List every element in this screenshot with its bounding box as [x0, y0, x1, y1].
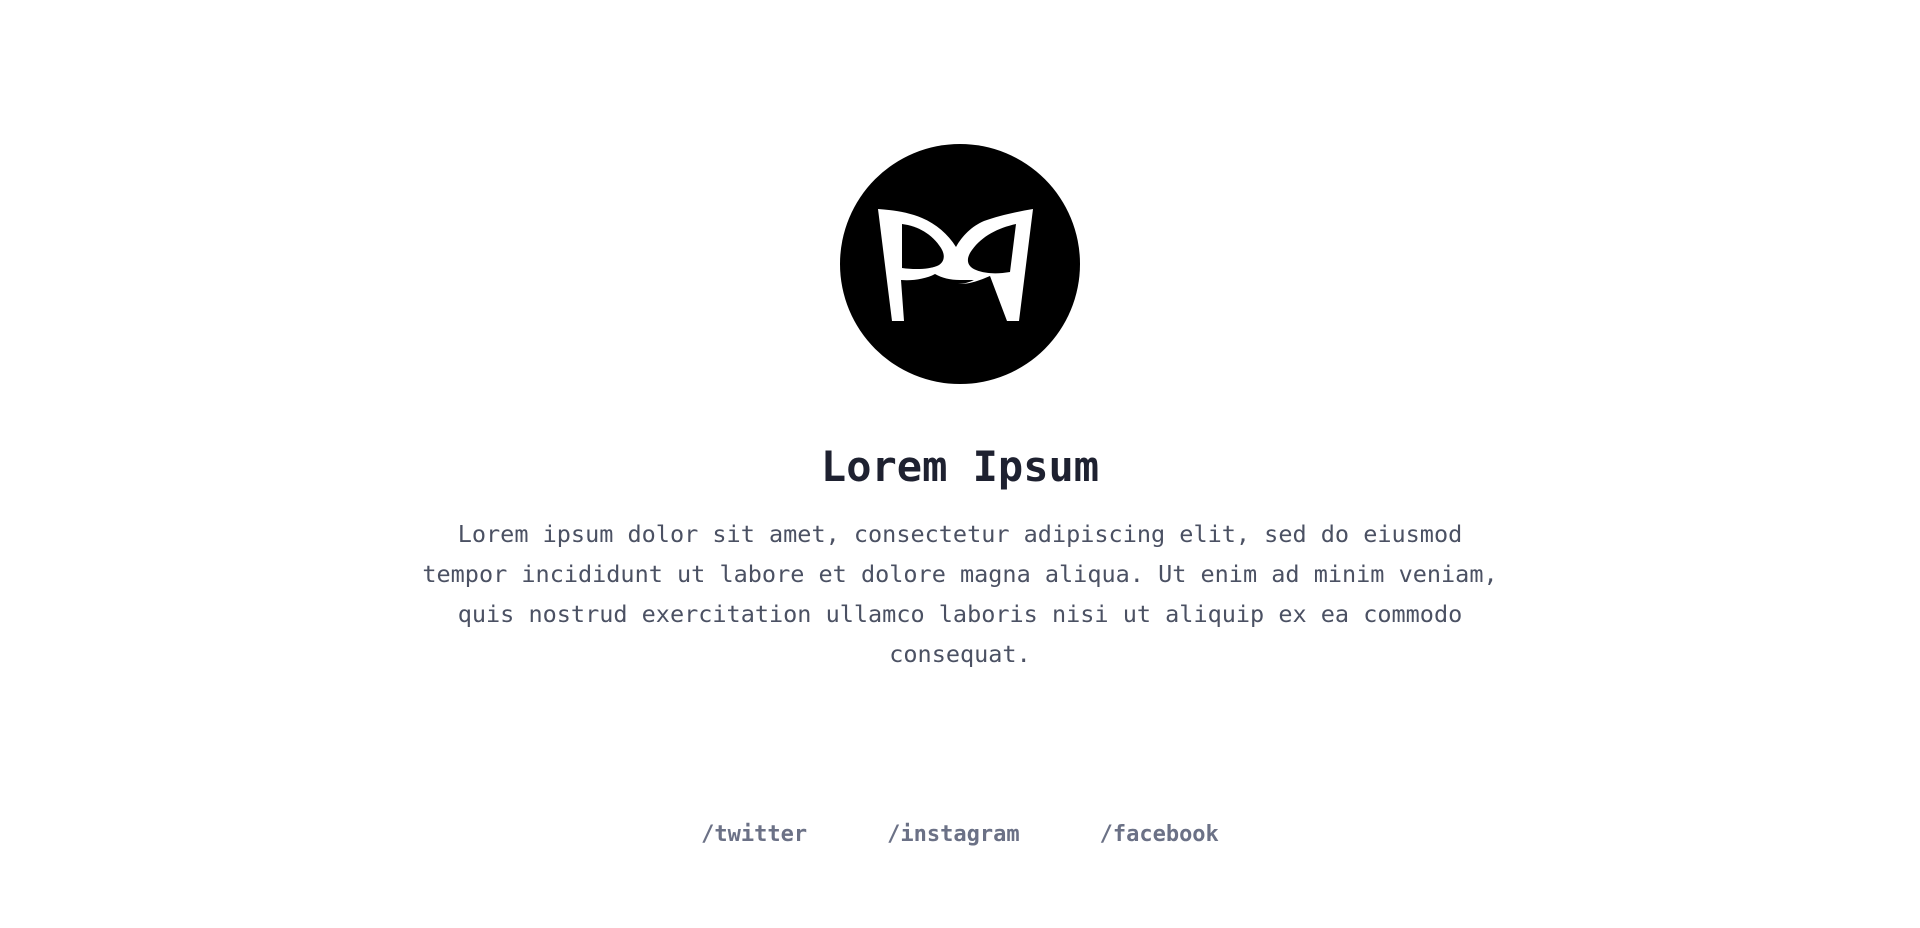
hero-section: Lorem Ipsum Lorem ipsum dolor sit amet, …: [0, 144, 1920, 674]
twitter-link[interactable]: /twitter: [701, 818, 807, 852]
instagram-link[interactable]: /instagram: [887, 818, 1019, 852]
mask-monogram-icon: [878, 209, 1033, 321]
social-links: /twitter /instagram /facebook: [0, 818, 1920, 852]
page-title: Lorem Ipsum: [820, 442, 1100, 491]
logo: [840, 144, 1080, 384]
facebook-link[interactable]: /facebook: [1100, 818, 1219, 852]
landing-page: Lorem Ipsum Lorem ipsum dolor sit amet, …: [0, 0, 1920, 928]
hero-description: Lorem ipsum dolor sit amet, consectetur …: [422, 520, 1498, 668]
